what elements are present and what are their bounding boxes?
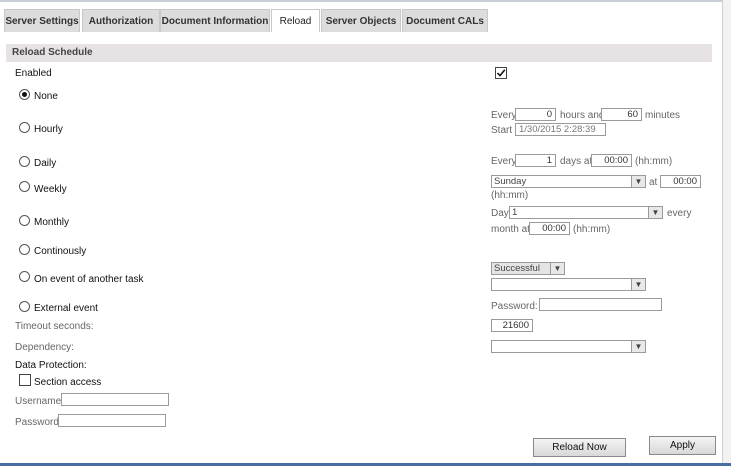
daily-time-field[interactable]: 00:00 xyxy=(591,154,632,167)
tab-server-settings[interactable]: Server Settings xyxy=(4,9,80,33)
option-none-label: None xyxy=(34,91,58,102)
monthly-format-label: (hh:mm) xyxy=(573,224,611,235)
chevron-down-icon: ▼ xyxy=(550,263,564,274)
radio-weekly[interactable] xyxy=(19,181,30,192)
weekly-format-label: (hh:mm) xyxy=(491,190,529,201)
weekly-time-field[interactable]: 00:00 xyxy=(660,175,701,188)
enabled-label: Enabled xyxy=(15,68,52,79)
option-daily-label: Daily xyxy=(34,158,57,169)
event-task-dropdown[interactable]: ▼ xyxy=(491,278,646,291)
section-access-checkbox[interactable] xyxy=(19,374,31,386)
radio-external-event[interactable] xyxy=(19,301,30,312)
external-password-label: Password: xyxy=(491,301,538,312)
hours-and-label: hours and xyxy=(560,110,605,121)
password-label: Password: xyxy=(15,417,62,428)
enabled-checkbox[interactable] xyxy=(495,67,507,79)
tab-server-objects[interactable]: Server Objects xyxy=(321,9,401,33)
tab-document-information[interactable]: Document Information xyxy=(160,9,270,33)
option-monthly-label: Monthly xyxy=(34,217,70,228)
option-continously-label: Continously xyxy=(34,246,87,257)
event-status-dropdown[interactable]: Successful ▼ xyxy=(491,262,565,275)
hours-field[interactable]: 0 xyxy=(515,108,556,121)
days-field[interactable]: 1 xyxy=(515,154,556,167)
chevron-down-icon: ▼ xyxy=(631,279,645,290)
weekly-at-label: at xyxy=(649,177,658,188)
section-header: Reload Schedule xyxy=(6,44,712,62)
data-protection-label: Data Protection: xyxy=(15,360,87,371)
month-day-dropdown[interactable]: 1 ▼ xyxy=(509,206,663,219)
event-status-value: Successful xyxy=(494,263,540,274)
option-hourly-label: Hourly xyxy=(34,124,63,135)
tab-bar: Server Settings Authorization Document I… xyxy=(0,9,731,34)
dependency-dropdown[interactable]: ▼ xyxy=(491,340,646,353)
chevron-down-icon: ▼ xyxy=(648,207,662,218)
apply-button[interactable]: Apply xyxy=(649,436,716,455)
chevron-down-icon: ▼ xyxy=(631,176,645,187)
username-field[interactable] xyxy=(61,393,169,406)
weekday-value: Sunday xyxy=(494,176,527,187)
minutes-label: minutes xyxy=(645,110,681,121)
days-at-label: days at xyxy=(560,156,593,167)
option-external-label: External event xyxy=(34,303,98,314)
scrollbar-edge xyxy=(722,0,731,466)
radio-continously[interactable] xyxy=(19,244,30,255)
tab-document-cals[interactable]: Document CALs xyxy=(402,9,488,33)
password-field[interactable] xyxy=(58,414,166,427)
weekday-dropdown[interactable]: Sunday ▼ xyxy=(491,175,646,188)
monthly-every-label: every xyxy=(667,208,692,219)
top-border xyxy=(0,0,722,2)
month-day-value: 1 xyxy=(512,207,518,218)
option-on-event-label: On event of another task xyxy=(34,274,144,285)
timeout-label: Timeout seconds: xyxy=(15,321,94,332)
external-password-field[interactable] xyxy=(539,298,662,311)
radio-hourly[interactable] xyxy=(19,122,30,133)
reload-now-button[interactable]: Reload Now xyxy=(533,438,626,457)
section-access-label: Section access xyxy=(34,377,102,388)
radio-daily[interactable] xyxy=(19,156,30,167)
dependency-label: Dependency: xyxy=(15,342,74,353)
minutes-field[interactable]: 60 xyxy=(601,108,642,121)
username-label: Username: xyxy=(15,396,64,407)
option-weekly-label: Weekly xyxy=(34,184,67,195)
daily-every-label: Every xyxy=(491,156,517,167)
start-field[interactable]: 1/30/2015 2:28:39 PM xyxy=(515,123,606,136)
month-at-label: month at xyxy=(491,224,530,235)
monthly-day-label: Day xyxy=(491,208,509,219)
chevron-down-icon: ▼ xyxy=(631,341,645,352)
tab-authorization[interactable]: Authorization xyxy=(82,9,160,33)
timeout-field[interactable]: 21600 xyxy=(491,319,533,332)
monthly-time-field[interactable]: 00:00 xyxy=(529,222,570,235)
start-label: Start xyxy=(491,125,513,136)
radio-monthly[interactable] xyxy=(19,215,30,226)
tab-reload[interactable]: Reload xyxy=(271,9,320,34)
radio-none[interactable] xyxy=(19,89,30,100)
daily-format-label: (hh:mm) xyxy=(635,156,673,167)
radio-on-event[interactable] xyxy=(19,271,30,282)
hourly-every-label: Every xyxy=(491,110,517,121)
checkmark-icon xyxy=(496,69,506,77)
